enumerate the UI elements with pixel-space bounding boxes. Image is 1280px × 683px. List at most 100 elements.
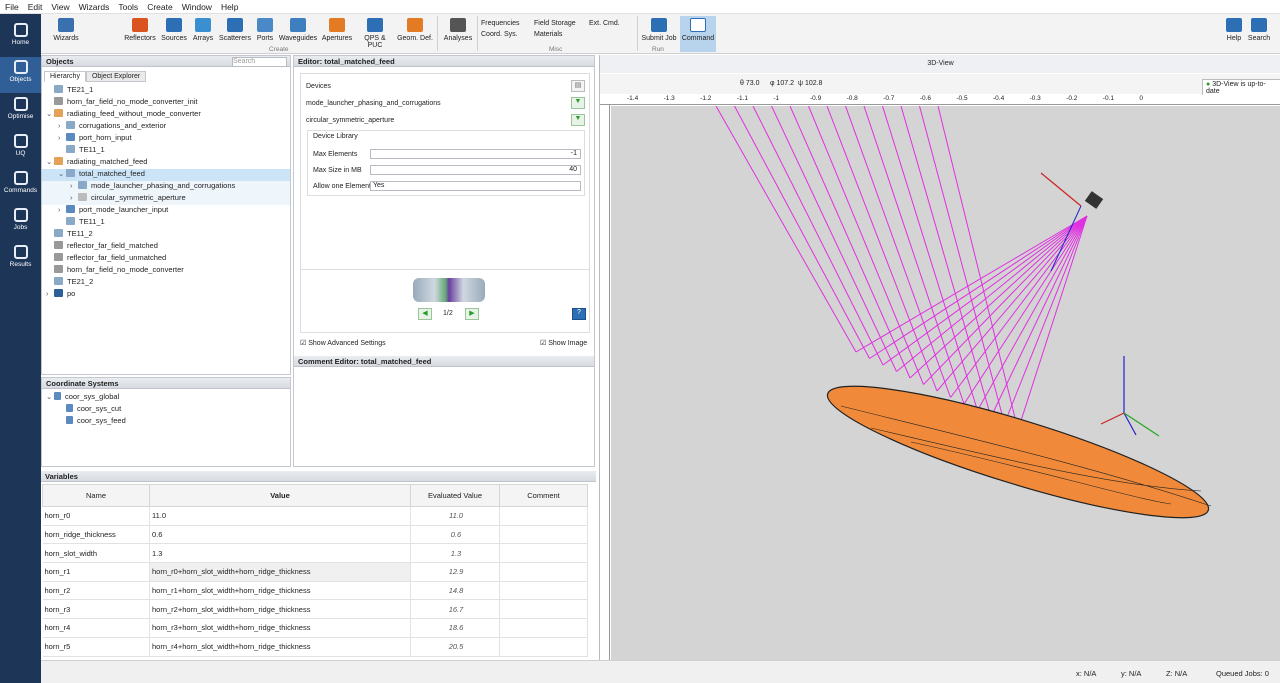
tree-item[interactable]: TE11_1 <box>42 145 105 157</box>
sources-button[interactable]: Sources <box>159 16 189 52</box>
menu-help[interactable]: Help <box>216 0 242 12</box>
materials-button[interactable]: Materials <box>534 31 562 38</box>
col-name[interactable]: Name <box>42 484 150 507</box>
ruler-tick: -0.4 <box>993 95 1005 102</box>
ruler-tick: -0.1 <box>1102 95 1114 102</box>
table-row[interactable]: horn_slot_width 1.3 1.3 <box>42 543 588 564</box>
apertures-button[interactable]: Apertures <box>320 16 354 52</box>
menu-edit[interactable]: Edit <box>23 0 47 12</box>
ext-cmd-button[interactable]: Ext. Cmd. <box>589 20 620 27</box>
qps-puc-button[interactable]: QPS & PUC <box>356 16 394 52</box>
edit-devices-button[interactable]: ▤ <box>571 80 585 92</box>
table-row[interactable]: horn_r0 11.0 11.0 <box>42 506 588 526</box>
menu-tools[interactable]: Tools <box>113 0 142 12</box>
coord-sys-button[interactable]: Coord. Sys. <box>481 31 518 38</box>
check-icon: ● <box>1206 81 1211 88</box>
tree-item[interactable]: › po <box>42 289 75 301</box>
allow-one-select[interactable]: Yes <box>370 181 581 191</box>
tree-item[interactable]: reflector_far_field_matched <box>42 241 158 253</box>
tree-item[interactable]: reflector_far_field_unmatched <box>42 253 166 265</box>
arrays-button[interactable]: Arrays <box>191 16 215 52</box>
table-row[interactable]: horn_r4 horn_r3+horn_slot_width+horn_ridg… <box>42 618 588 638</box>
wizards-button[interactable]: Wizards <box>46 16 86 52</box>
tree-item[interactable]: › mode_launcher_phasing_and_corrugations <box>42 181 290 193</box>
sidebar-jobs[interactable]: Jobs <box>0 205 41 241</box>
tree-item[interactable]: ⌄ radiating_feed_without_mode_converter <box>42 109 201 121</box>
field-storage-button[interactable]: Field Storage <box>534 20 576 27</box>
scatterers-button[interactable]: Scatterers <box>217 16 253 52</box>
next-button[interactable]: ▶ <box>465 308 479 320</box>
device-preview: ◀ 1/2 ▶ ? <box>300 269 590 333</box>
reflectors-button[interactable]: Reflectors <box>123 16 157 52</box>
tree-item[interactable]: horn_far_field_no_mode_converter_init <box>42 97 198 109</box>
menu-window[interactable]: Window <box>177 0 216 12</box>
help-button[interactable]: Help <box>1224 16 1244 52</box>
sidebar-objects[interactable]: Objects <box>0 57 41 93</box>
ribbon-divider <box>477 16 478 51</box>
array-icon <box>195 18 211 32</box>
tree-item[interactable]: ⌄ radiating_matched_feed <box>42 157 147 169</box>
objects-search-input[interactable]: Search <box>232 57 287 67</box>
table-row[interactable]: horn_r1 horn_r0+horn_slot_width+horn_ridg… <box>42 562 588 582</box>
tab-object-explorer[interactable]: Object Explorer <box>85 71 147 82</box>
view3d-panel: 3D-View θ 73.0 φ 107.2 ψ 102.8 ● 3D-View… <box>599 55 1280 660</box>
show-image-checkbox[interactable]: ☑ Show Image <box>540 339 587 347</box>
tree-item[interactable]: horn_far_field_no_mode_converter <box>42 265 184 277</box>
tree-item-selected[interactable]: ⌄ total_matched_feed <box>42 169 290 181</box>
sidebar-optimise[interactable]: Optimise <box>0 94 41 130</box>
status-bar: x: N/A y: N/A Z: N/A Queued Jobs: 0 <box>41 660 1280 683</box>
max-size-field[interactable]: 40 <box>370 165 581 175</box>
tree-item[interactable]: › port_mode_launcher_input <box>42 205 168 217</box>
sidebar: Home Objects Optimise UQ Commands Jobs R… <box>0 14 41 683</box>
help-icon[interactable]: ? <box>572 308 586 320</box>
show-advanced-checkbox[interactable]: ☑ Show Advanced Settings <box>300 339 386 347</box>
ray-line <box>923 215 1088 385</box>
previous-button[interactable]: ◀ <box>418 308 432 320</box>
device-menu-button[interactable]: ▼ <box>571 97 585 109</box>
col-evaluated[interactable]: Evaluated Value <box>410 484 500 507</box>
col-value[interactable]: Value <box>149 484 411 507</box>
axis-y <box>1123 412 1160 437</box>
psi-field[interactable]: ψ 102.8 <box>798 80 822 87</box>
max-elements-field[interactable]: -1 <box>370 149 581 159</box>
table-row[interactable]: horn_r5 horn_r4+horn_slot_width+horn_ridg… <box>42 637 588 657</box>
results-icon <box>13 245 28 259</box>
menu-file[interactable]: File <box>0 0 23 12</box>
table-row[interactable]: horn_r3 horn_r2+horn_slot_width+horn_ridg… <box>42 599 588 620</box>
menu-wizards[interactable]: Wizards <box>74 0 114 12</box>
search-button[interactable]: Search <box>1246 16 1272 52</box>
3d-canvas[interactable] <box>611 105 1280 660</box>
comment-textarea[interactable] <box>294 368 594 466</box>
theta-field[interactable]: θ 73.0 <box>740 80 759 87</box>
menu-create[interactable]: Create <box>142 0 177 12</box>
sidebar-uq[interactable]: UQ <box>0 131 41 167</box>
tree-item[interactable]: › circular_symmetric_aperture <box>42 193 290 205</box>
menu-view[interactable]: View <box>46 0 73 12</box>
table-row[interactable]: horn_ridge_thickness 0.6 0.6 <box>42 525 588 545</box>
tree-item[interactable]: TE11_2 <box>42 229 93 241</box>
tree-item[interactable]: TE21_1 <box>42 85 93 97</box>
tree-item[interactable]: › port_horn_input <box>42 133 132 145</box>
command-button[interactable]: Command <box>680 16 716 52</box>
tree-item[interactable]: TE11_1 <box>42 217 105 229</box>
sidebar-results[interactable]: Results <box>0 242 41 278</box>
coord-item[interactable]: coor_sys_cut <box>42 404 121 416</box>
analyses-button[interactable]: Analyses <box>441 16 475 52</box>
tab-hierarchy[interactable]: Hierarchy <box>44 71 86 82</box>
ribbon-divider <box>637 16 638 51</box>
device-menu-button[interactable]: ▼ <box>571 114 585 126</box>
col-comment[interactable]: Comment <box>499 484 588 507</box>
tree-item[interactable]: TE21_2 <box>42 277 93 289</box>
ray-line <box>752 105 884 366</box>
table-row[interactable]: horn_r2 horn_r1+horn_slot_width+horn_ridg… <box>42 581 588 601</box>
coord-panel-title: Coordinate Systems <box>42 378 290 389</box>
coord-item[interactable]: coor_sys_feed <box>42 416 126 428</box>
tree-item[interactable]: › corrugations_and_exterior <box>42 121 166 133</box>
sidebar-home[interactable]: Home <box>0 20 41 56</box>
geom-def-button[interactable]: Geom. Def. <box>396 16 434 52</box>
coord-item[interactable]: ⌄ coor_sys_global <box>42 392 119 404</box>
phi-field[interactable]: φ 107.2 <box>770 80 794 87</box>
frequencies-button[interactable]: Frequencies <box>481 20 520 27</box>
sidebar-commands[interactable]: Commands <box>0 168 41 204</box>
device-item: circular_symmetric_aperture <box>306 117 395 124</box>
